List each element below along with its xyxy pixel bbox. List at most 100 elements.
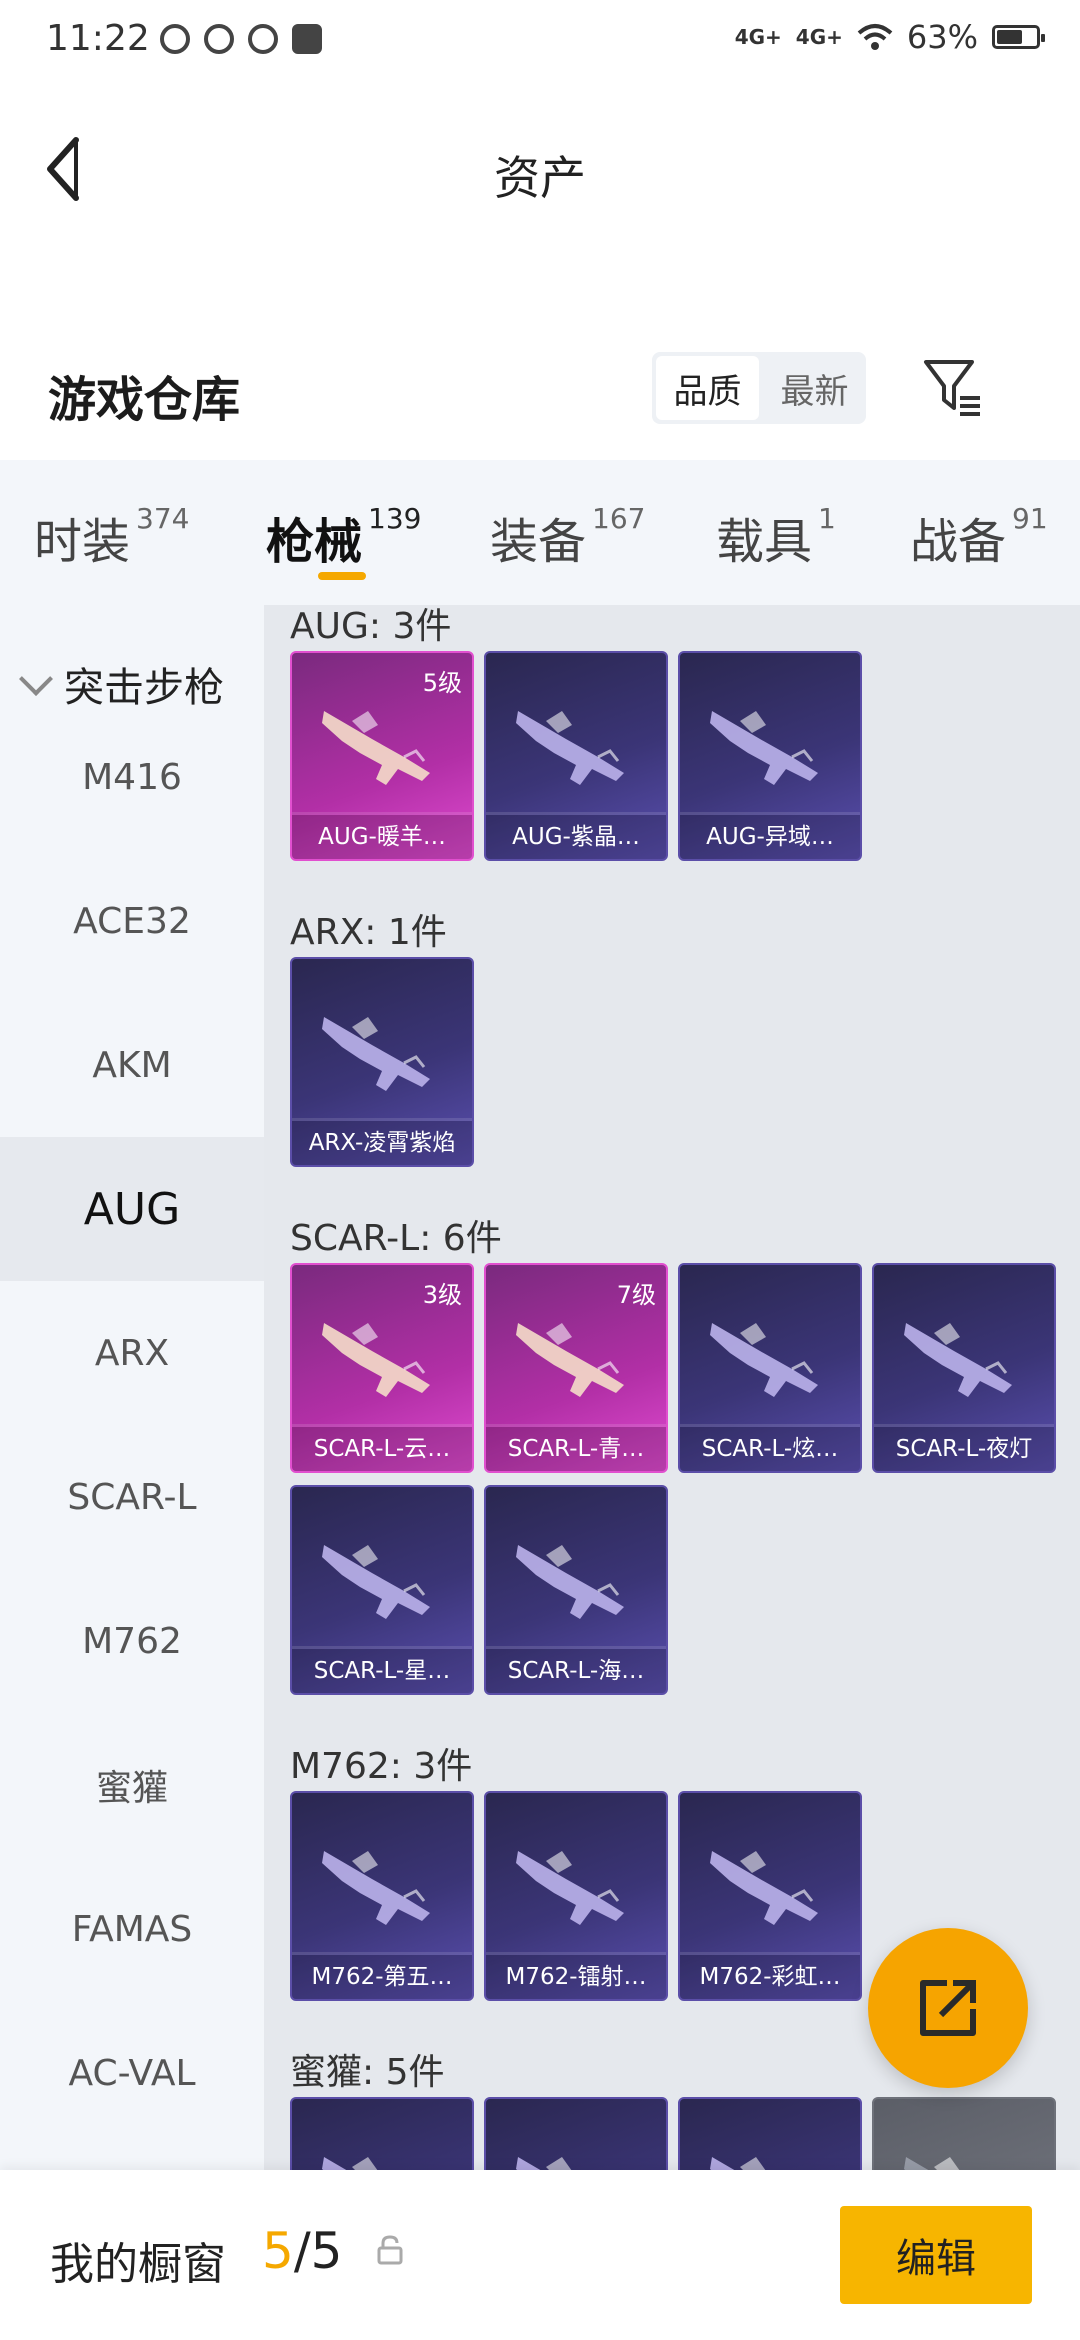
section-title: SCAR-L: 6件 bbox=[290, 1218, 502, 1259]
lock-icon bbox=[377, 2235, 403, 2265]
tab-fashion[interactable]: 时装 374 bbox=[34, 502, 189, 572]
signal-icon: 4G+ bbox=[734, 25, 782, 49]
tab-supplies[interactable]: 战备 91 bbox=[910, 502, 1048, 572]
tab-label: 载具 bbox=[716, 514, 813, 570]
app-notification-icon bbox=[292, 24, 322, 54]
tab-guns[interactable]: 枪械 139 bbox=[266, 502, 421, 572]
weapon-skin-image bbox=[516, 2157, 572, 2170]
notification-icons bbox=[160, 24, 322, 54]
tab-label: 战备 bbox=[910, 514, 1007, 570]
weapon-skin-card[interactable] bbox=[290, 2097, 474, 2170]
sidebar-item-aug[interactable]: AUG bbox=[0, 1137, 264, 1281]
skin-level-badge: 3级 bbox=[422, 1281, 462, 1309]
sidebar-item-m762[interactable]: M762 bbox=[0, 1569, 264, 1713]
weapon-skin-card[interactable]: SCAR-L-海… bbox=[484, 1485, 668, 1695]
weapon-skin-image bbox=[322, 1851, 430, 1925]
weapon-skin-image bbox=[904, 1323, 1012, 1397]
active-tab-indicator bbox=[318, 572, 366, 580]
app-header: 资产 bbox=[0, 84, 1080, 254]
weapon-skin-card[interactable] bbox=[872, 2097, 1056, 2170]
edit-button[interactable]: 编辑 bbox=[840, 2206, 1032, 2304]
sidebar-item-arx[interactable]: ARX bbox=[0, 1281, 264, 1425]
filter-icon[interactable] bbox=[920, 354, 986, 420]
skin-name: SCAR-L-星… bbox=[292, 1649, 472, 1693]
weapon-skin-card[interactable]: 5级 AUG-暖羊… bbox=[290, 651, 474, 861]
section-title: 蜜獾: 5件 bbox=[290, 2052, 445, 2093]
weapon-skin-image bbox=[516, 711, 624, 785]
weapon-skin-card[interactable]: AUG-异域… bbox=[678, 651, 862, 861]
tab-vehicles[interactable]: 载具 1 bbox=[716, 502, 836, 572]
sidebar-item-scar-l[interactable]: SCAR-L bbox=[0, 1425, 264, 1569]
weapon-skin-card[interactable]: AUG-紫晶… bbox=[484, 651, 668, 861]
sidebar-item-akm[interactable]: AKM bbox=[0, 993, 264, 1137]
weapon-skin-card[interactable]: 3级 SCAR-L-云… bbox=[290, 1263, 474, 1473]
weapon-skin-card[interactable]: M762-彩虹… bbox=[678, 1791, 862, 2001]
tab-equipment[interactable]: 装备 167 bbox=[490, 502, 645, 572]
weapon-skin-card[interactable]: ARX-凌霄紫焰 bbox=[290, 957, 474, 1167]
skin-level-badge: 5级 bbox=[422, 669, 462, 697]
app-notification-icon bbox=[160, 24, 190, 54]
battery-percent: 63% bbox=[906, 18, 978, 56]
weapon-skin-image bbox=[904, 2157, 960, 2170]
sort-toggle: 品质 最新 bbox=[652, 352, 866, 424]
status-bar: 11:22 4G+ 4G+ 63% bbox=[0, 0, 1080, 84]
weapon-skin-image bbox=[322, 1017, 430, 1091]
sort-quality-option[interactable]: 品质 bbox=[656, 356, 759, 420]
chevron-down-icon bbox=[19, 662, 53, 696]
sort-newest-option[interactable]: 最新 bbox=[763, 352, 866, 424]
sidebar-item-m416[interactable]: M416 bbox=[0, 705, 264, 849]
skin-name: M762-镭射… bbox=[486, 1955, 666, 1999]
skin-name: SCAR-L-炫… bbox=[680, 1427, 860, 1471]
weapon-skin-image bbox=[516, 1545, 624, 1619]
section-title: M762: 3件 bbox=[290, 1746, 473, 1787]
weapon-skin-card[interactable]: 7级 SCAR-L-青… bbox=[484, 1263, 668, 1473]
share-icon bbox=[920, 1980, 976, 2036]
status-time: 11:22 bbox=[46, 18, 150, 59]
warehouse-bar: 游戏仓库 品质 最新 bbox=[0, 330, 1080, 460]
share-button[interactable] bbox=[868, 1928, 1028, 2088]
skin-name: SCAR-L-夜灯 bbox=[874, 1427, 1054, 1471]
sidebar-item-famas[interactable]: FAMAS bbox=[0, 1857, 264, 2001]
weapon-skin-card[interactable] bbox=[484, 2097, 668, 2170]
weapon-skin-card[interactable]: SCAR-L-炫… bbox=[678, 1263, 862, 1473]
tab-count: 91 bbox=[1012, 502, 1048, 535]
section-title: ARX: 1件 bbox=[290, 912, 447, 953]
sidebar-item-ac-val[interactable]: AC-VAL bbox=[0, 2001, 264, 2145]
sidebar-item-ace32[interactable]: ACE32 bbox=[0, 849, 264, 993]
weapon-skin-image bbox=[710, 1851, 818, 1925]
wifi-icon bbox=[857, 24, 893, 50]
tab-count: 374 bbox=[136, 502, 190, 535]
weapon-skin-card[interactable]: SCAR-L-星… bbox=[290, 1485, 474, 1695]
skin-name: SCAR-L-海… bbox=[486, 1649, 666, 1693]
showcase-count: 5/5 bbox=[262, 2222, 342, 2280]
skin-name: AUG-暖羊… bbox=[292, 815, 472, 859]
weapon-skin-image bbox=[322, 711, 430, 785]
showcase-separator: / bbox=[293, 2222, 311, 2280]
weapon-skin-image bbox=[516, 1323, 624, 1397]
skin-name: M762-彩虹… bbox=[680, 1955, 860, 1999]
showcase-total: 5 bbox=[310, 2222, 343, 2280]
weapon-skin-image bbox=[322, 2157, 378, 2170]
page-title: 资产 bbox=[494, 151, 586, 205]
showcase-label: 我的橱窗 bbox=[50, 2239, 226, 2290]
weapon-skin-card[interactable] bbox=[678, 2097, 862, 2170]
skin-name: SCAR-L-云… bbox=[292, 1427, 472, 1471]
category-tabs: 时装 374 枪械 139 装备 167 载具 1 战备 91 bbox=[0, 460, 1080, 605]
sidebar-item-honey-badger[interactable]: 蜜獾 bbox=[0, 1713, 264, 1857]
weapon-skin-image bbox=[516, 1851, 624, 1925]
battery-level bbox=[997, 30, 1022, 44]
status-right: 4G+ 4G+ 63% bbox=[734, 18, 1045, 56]
showcase-bar: 我的橱窗 5/5 编辑 bbox=[0, 2170, 1080, 2340]
weapon-skin-card[interactable]: M762-镭射… bbox=[484, 1791, 668, 2001]
tab-label: 装备 bbox=[490, 514, 587, 570]
tab-count: 167 bbox=[592, 502, 646, 535]
skin-name: ARX-凌霄紫焰 bbox=[292, 1121, 472, 1165]
skin-name: AUG-异域… bbox=[680, 815, 860, 859]
weapon-skin-card[interactable]: M762-第五… bbox=[290, 1791, 474, 2001]
weapon-skin-card[interactable]: SCAR-L-夜灯 bbox=[872, 1263, 1056, 1473]
showcase-current: 5 bbox=[262, 2222, 294, 2280]
battery-icon bbox=[992, 25, 1045, 49]
app-notification-icon bbox=[248, 24, 278, 54]
section-title: AUG: 3件 bbox=[290, 606, 452, 647]
skin-name: M762-第五… bbox=[292, 1955, 472, 1999]
